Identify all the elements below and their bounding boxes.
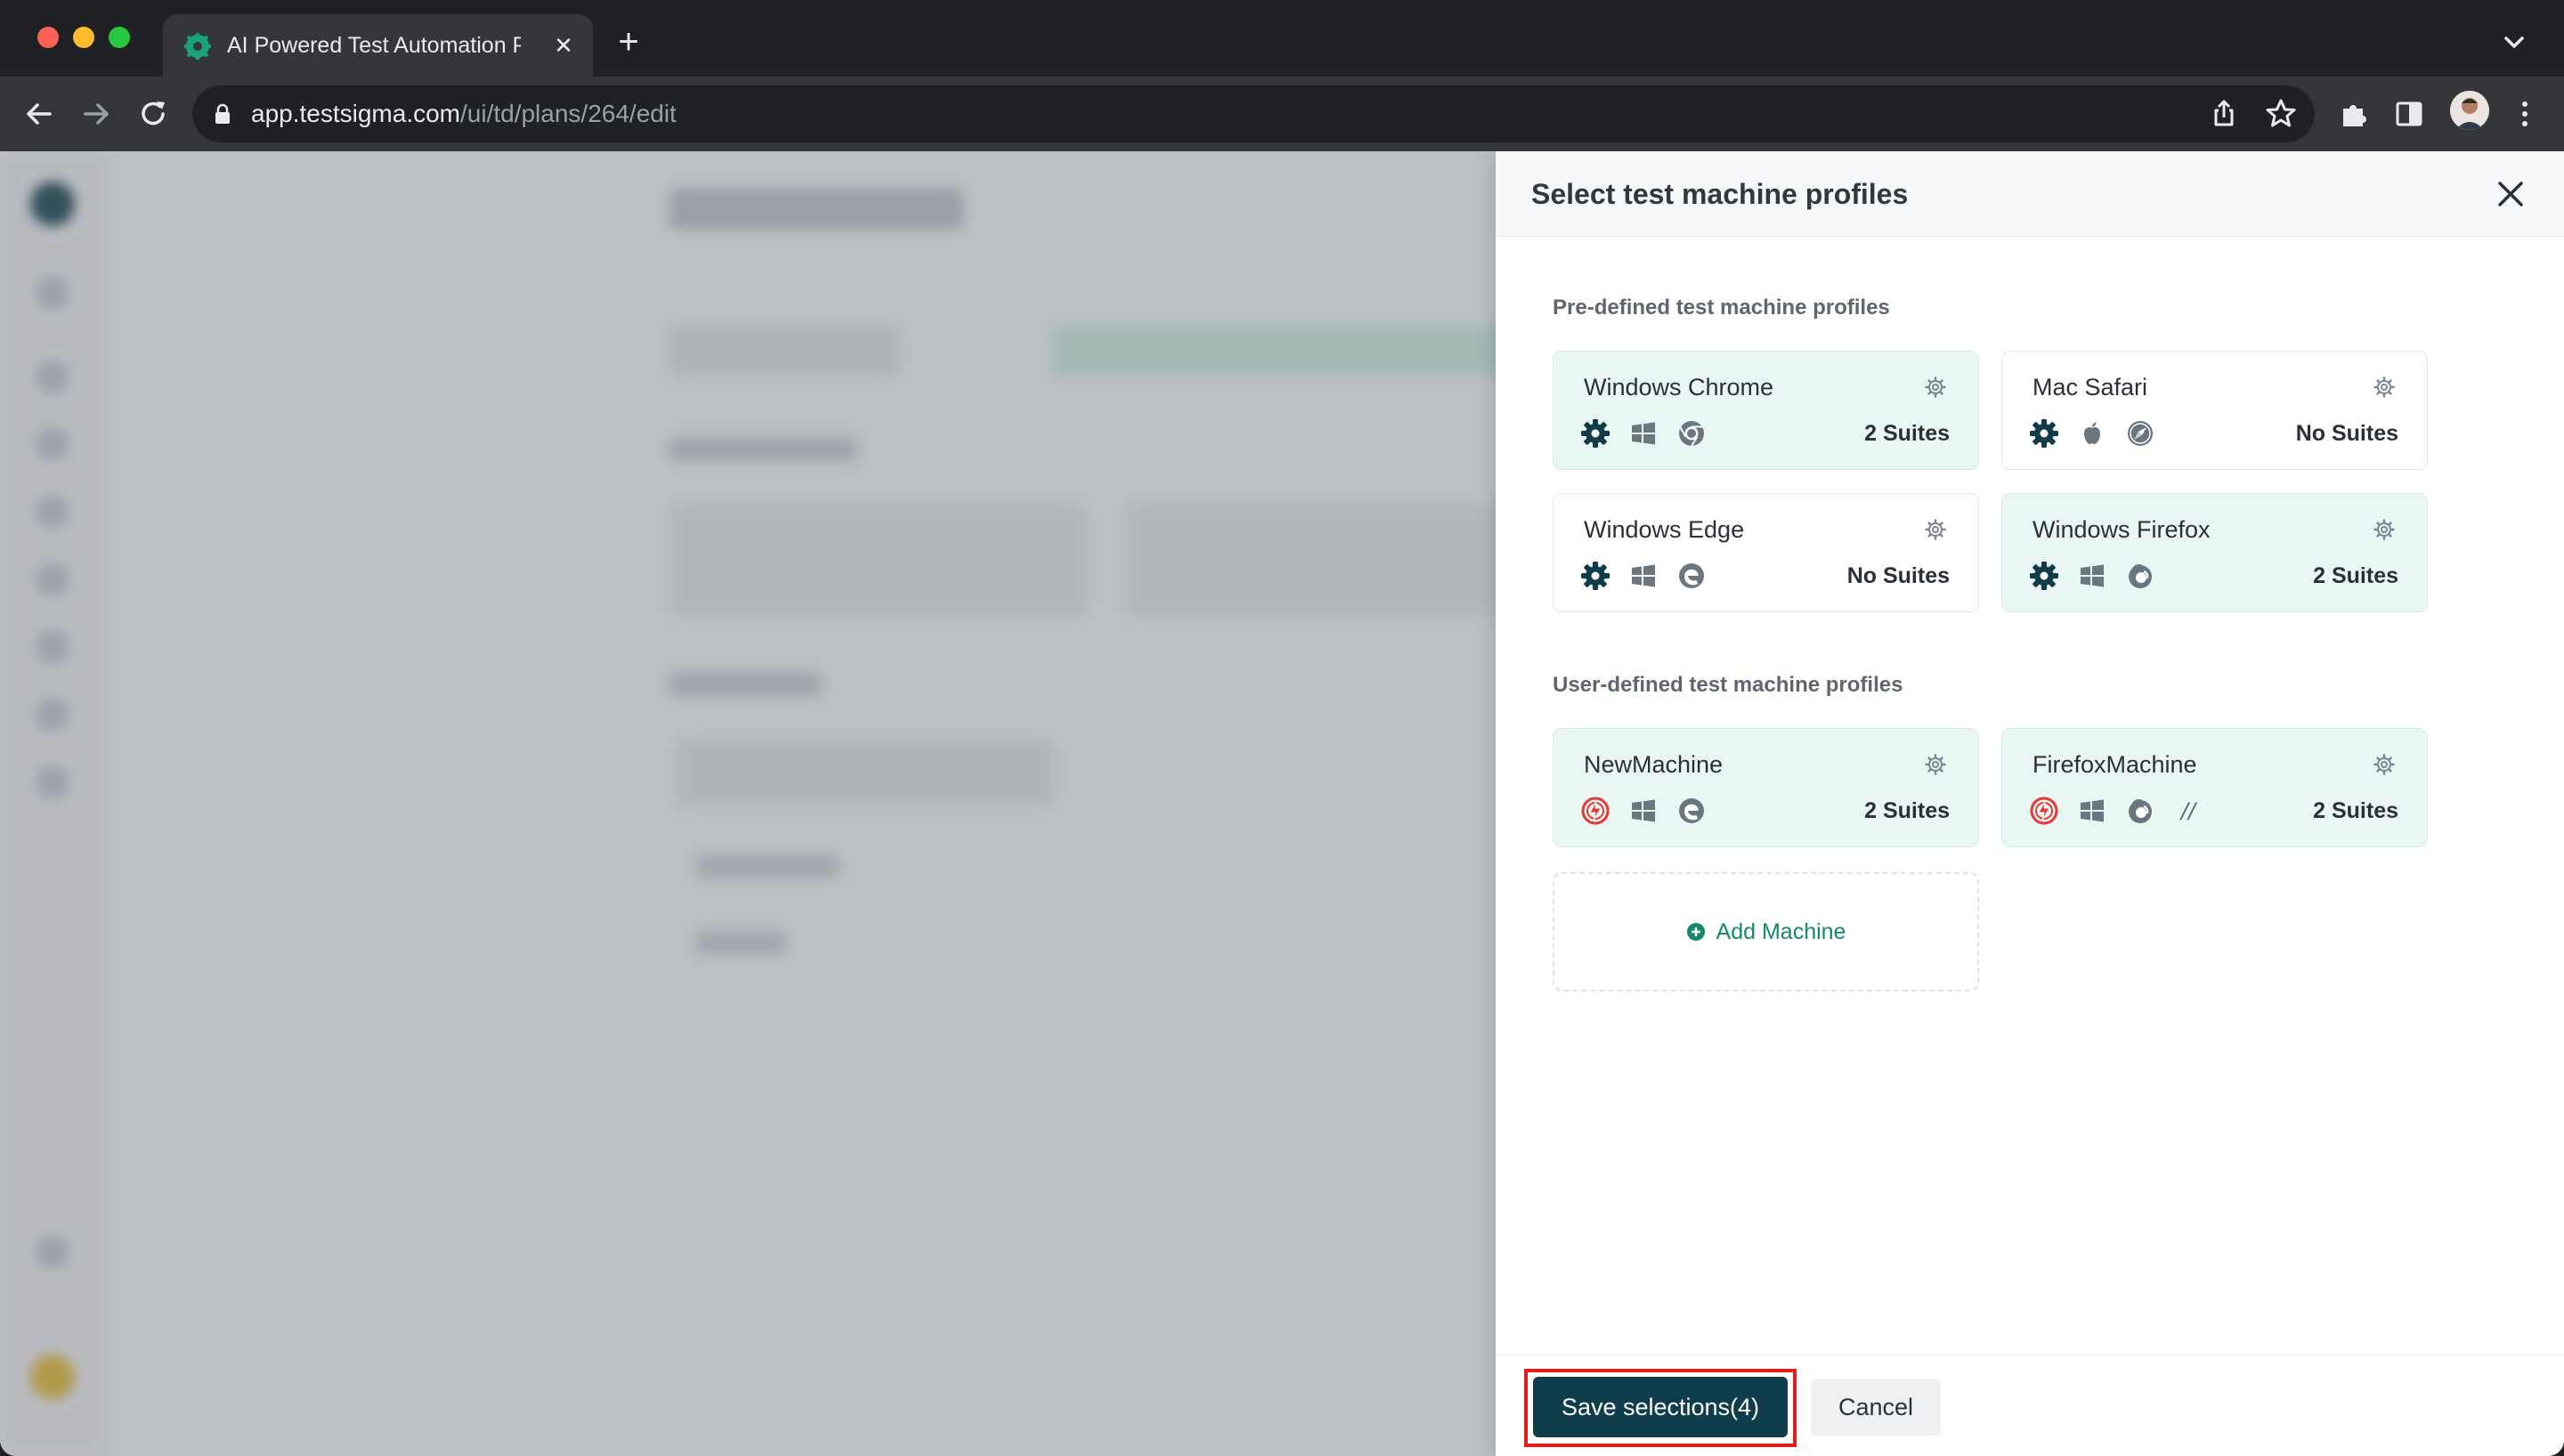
machine-name: NewMachine — [1584, 751, 1724, 778]
machine-icons — [2029, 560, 2155, 592]
machine-icons — [2029, 417, 2155, 449]
gear-icon[interactable] — [1925, 519, 1946, 540]
machine-icons: // — [2029, 795, 2203, 827]
close-icon[interactable] — [2491, 174, 2530, 214]
gear-icon[interactable] — [2373, 754, 2395, 775]
gear-icon[interactable] — [2373, 519, 2395, 540]
forward-arrow-icon[interactable] — [77, 94, 116, 133]
lambdatest-icon — [2029, 796, 2059, 826]
predefined-section-label: Pre-defined test machine profiles — [1553, 295, 1890, 320]
machine-card-windows-firefox[interactable]: Windows Firefox 2 Suites — [2001, 493, 2428, 612]
suite-count: 2 Suites — [2313, 563, 2398, 588]
machine-icons — [1580, 795, 1707, 827]
add-machine-label: Add Machine — [1716, 918, 1846, 944]
profile-avatar[interactable] — [2450, 91, 2489, 130]
edge-icon — [1676, 796, 1707, 826]
save-selections-button[interactable]: Save selections(4) — [1533, 1377, 1788, 1437]
gear-icon[interactable] — [1925, 754, 1946, 775]
suite-count: No Suites — [1846, 563, 1950, 588]
avatar-person-icon — [2450, 91, 2489, 130]
windows-icon — [1628, 561, 1659, 591]
extensions-puzzle-icon[interactable] — [2334, 94, 2373, 133]
machine-name: Windows Chrome — [1584, 374, 1774, 400]
browser-tab[interactable]: AI Powered Test Automation P ✕ — [163, 14, 593, 77]
close-window-button[interactable] — [37, 27, 59, 48]
suite-count: 2 Suites — [2313, 798, 2398, 823]
cancel-button[interactable]: Cancel — [1811, 1379, 1941, 1436]
address-bar[interactable]: app.testsigma.com/ui/td/plans/264/edit — [192, 85, 2315, 142]
url-path: /ui/td/plans/264/edit — [460, 100, 677, 127]
browser-toolbar: app.testsigma.com/ui/td/plans/264/edit — [0, 77, 2564, 151]
machine-profiles-panel: Select test machine profiles Pre-defined… — [1496, 151, 2564, 1456]
panel-footer: Save selections(4) Cancel — [1496, 1355, 2564, 1456]
add-machine-button[interactable]: Add Machine — [1553, 872, 1979, 991]
panel-header: Select test machine profiles — [1496, 151, 2564, 237]
firefox-icon — [2125, 796, 2155, 826]
machine-name: FirefoxMachine — [2033, 751, 2197, 778]
windows-icon — [1628, 796, 1659, 826]
testsigma-gear-icon — [2029, 561, 2059, 591]
plus-circle-icon — [1686, 923, 1705, 941]
tab-close-icon[interactable]: ✕ — [548, 29, 580, 61]
gear-icon[interactable] — [2373, 376, 2395, 398]
url-text: app.testsigma.com/ui/td/plans/264/edit — [251, 85, 677, 142]
suite-count: No Suites — [2295, 421, 2398, 446]
minimize-window-button[interactable] — [73, 27, 94, 48]
machine-icons — [1580, 417, 1707, 449]
share-icon[interactable] — [2204, 94, 2244, 133]
suite-count: 2 Suites — [1864, 798, 1950, 823]
tab-bar: AI Powered Test Automation P ✕ + — [0, 0, 2564, 77]
back-arrow-icon[interactable] — [20, 94, 59, 133]
windows-icon — [1628, 418, 1659, 449]
machine-name: Windows Firefox — [2033, 516, 2211, 543]
chevron-down-icon[interactable] — [2495, 23, 2534, 62]
more-menu-icon[interactable] — [2505, 94, 2544, 133]
firefox-icon — [2125, 561, 2155, 591]
machine-card-firefoxmachine[interactable]: FirefoxMachine // 2 Suites — [2001, 728, 2428, 847]
windows-icon — [2077, 796, 2107, 826]
gear-icon[interactable] — [1925, 376, 1946, 398]
bookmark-star-icon[interactable] — [2261, 94, 2300, 133]
edge-icon — [1676, 561, 1707, 591]
browser-version-glyph: // — [2180, 798, 2196, 823]
suite-count: 2 Suites — [1864, 421, 1950, 446]
side-panel-icon[interactable] — [2390, 94, 2429, 133]
browser-window: AI Powered Test Automation P ✕ + app.tes… — [0, 0, 2564, 1456]
zoom-window-button[interactable] — [109, 27, 130, 48]
url-host: app.testsigma.com — [251, 100, 460, 127]
testsigma-favicon-icon — [184, 33, 211, 60]
machine-icons — [1580, 560, 1707, 592]
machine-name: Mac Safari — [2033, 374, 2148, 400]
machine-card-newmachine[interactable]: NewMachine 2 Suites — [1553, 728, 1979, 847]
machine-card-windows-chrome[interactable]: Windows Chrome 2 Suites — [1553, 351, 1979, 470]
machine-name: Windows Edge — [1584, 516, 1745, 543]
machine-card-mac-safari[interactable]: Mac Safari No Suites — [2001, 351, 2428, 470]
tab-title: AI Powered Test Automation P — [227, 33, 521, 58]
machine-card-windows-edge[interactable]: Windows Edge No Suites — [1553, 493, 1979, 612]
testsigma-gear-icon — [1580, 418, 1611, 449]
add-machine-content: Add Machine — [1554, 874, 1977, 990]
panel-title: Select test machine profiles — [1531, 178, 1909, 210]
testsigma-gear-icon — [2029, 418, 2059, 449]
userdefined-section-label: User-defined test machine profiles — [1553, 673, 1903, 697]
app-page: Select test machine profiles Pre-defined… — [0, 151, 2564, 1456]
chrome-icon — [1676, 418, 1707, 449]
lock-icon — [215, 103, 230, 124]
reload-icon[interactable] — [134, 94, 173, 133]
testsigma-gear-icon — [1580, 561, 1611, 591]
new-tab-button[interactable]: + — [611, 24, 646, 61]
apple-icon — [2077, 418, 2107, 449]
lambdatest-icon — [1580, 796, 1611, 826]
safari-icon — [2125, 418, 2155, 449]
windows-icon — [2077, 561, 2107, 591]
